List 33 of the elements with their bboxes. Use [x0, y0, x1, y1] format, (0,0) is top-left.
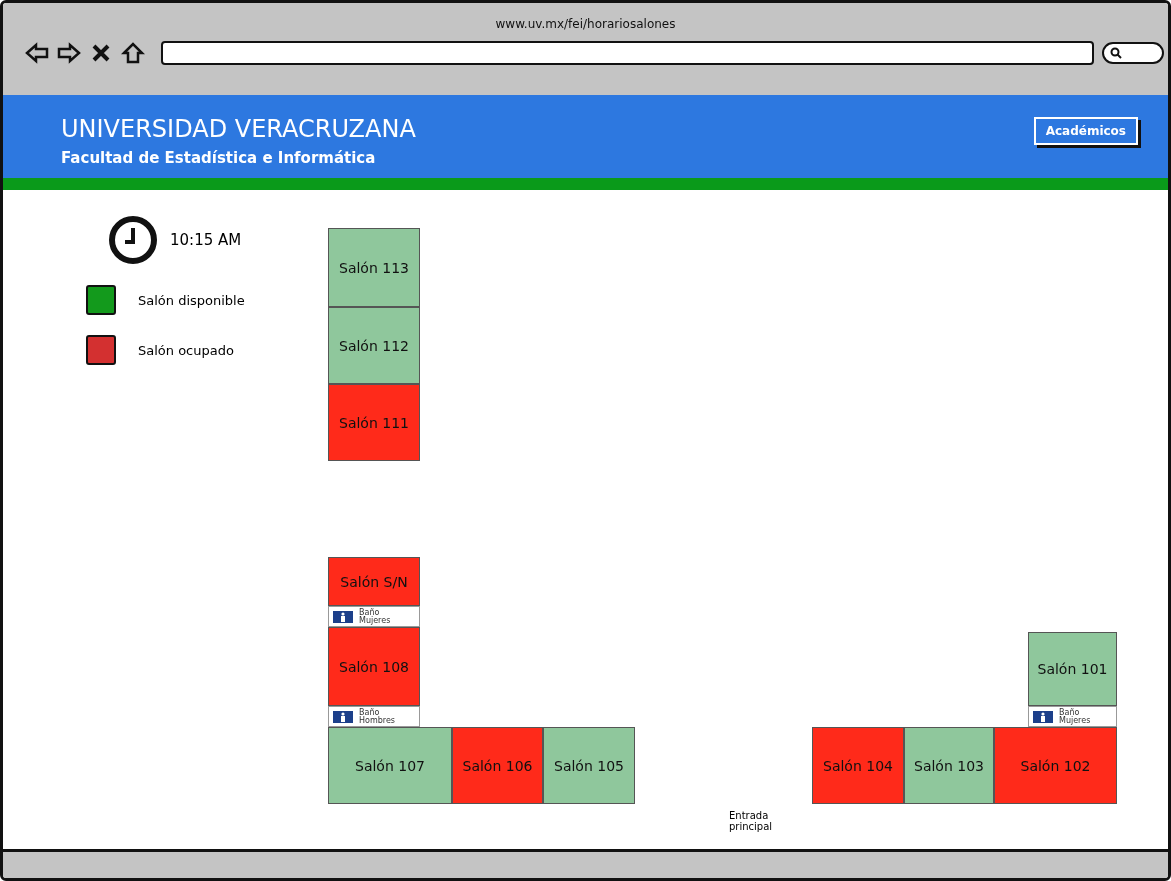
classroom[interactable]: Salón 102 [994, 727, 1117, 804]
classroom[interactable]: Salón S/N [328, 557, 420, 606]
classroom[interactable]: Salón 111 [328, 384, 420, 461]
search-field[interactable] [1102, 42, 1164, 64]
classroom[interactable]: Salón 107 [328, 727, 452, 804]
address-field[interactable] [161, 41, 1094, 65]
site-subtitle: Facultad de Estadística e Informática [61, 149, 377, 167]
classroom[interactable]: Salón 113 [328, 228, 420, 307]
restroom-label: Baño Mujeres [359, 608, 392, 625]
clock-icon [108, 215, 158, 265]
restroom-icon [333, 710, 353, 723]
classroom[interactable]: Salón 101 [1028, 632, 1117, 706]
restroom-label: Baño Mujeres [1059, 708, 1092, 725]
clock-time: 10:15 AM [170, 231, 242, 249]
legend-label: Salón ocupado [138, 342, 234, 358]
restroom-icon [1033, 710, 1053, 723]
classroom[interactable]: Salón 106 [452, 727, 543, 804]
classroom[interactable]: Salón 112 [328, 307, 420, 384]
search-icon [1110, 47, 1122, 59]
back-icon[interactable] [25, 41, 49, 65]
legend-label: Salón disponible [138, 292, 245, 308]
classroom[interactable]: Salón 104 [812, 727, 904, 804]
restroom-icon [333, 610, 353, 623]
site-title: UNIVERSIDAD VERACRUZANA [61, 115, 416, 143]
classroom[interactable]: Salón 105 [543, 727, 635, 804]
home-icon[interactable] [121, 41, 145, 65]
academicos-button[interactable]: Académicos [1033, 117, 1138, 145]
url-text: www.uv.mx/fei/horariosalones [495, 17, 676, 31]
forward-icon[interactable] [57, 41, 81, 65]
classroom[interactable]: Salón 108 [328, 627, 420, 706]
entrance-label: Entrada principal [729, 810, 774, 832]
restroom-label: Baño Hombres [359, 708, 396, 725]
classroom[interactable]: Salón 103 [904, 727, 994, 804]
